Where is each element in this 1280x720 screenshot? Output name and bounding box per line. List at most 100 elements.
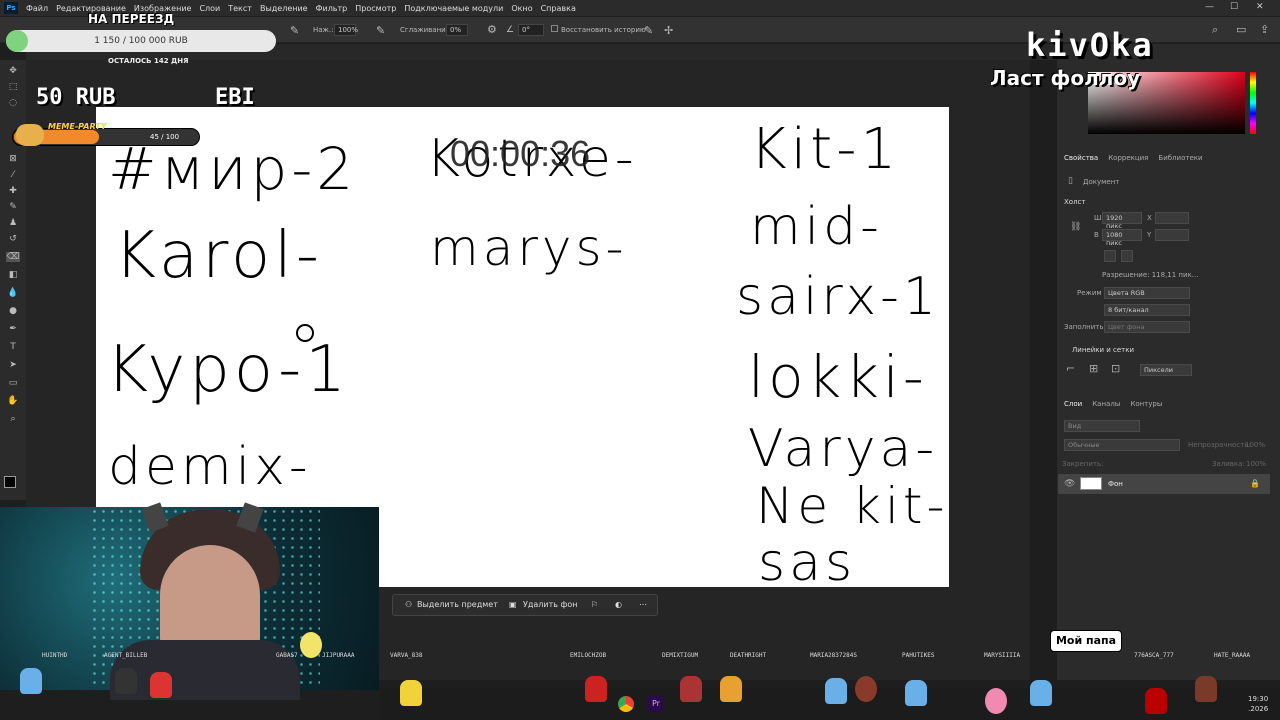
menu-help[interactable]: Справка	[537, 4, 580, 13]
viewer-avatar	[905, 680, 927, 706]
blend-mode-select[interactable]: Обычные	[1064, 439, 1180, 451]
brush-settings-icon[interactable]: ✎	[290, 24, 299, 37]
layer-row[interactable]: 👁 Фон 🔒	[1058, 474, 1270, 494]
document-icon: ▯	[1068, 176, 1073, 186]
symmetry-icon[interactable]: ✢	[664, 24, 673, 37]
brush-tool-icon[interactable]: ✎	[6, 202, 20, 212]
x-field[interactable]	[1155, 212, 1189, 224]
orientation-landscape-icon[interactable]	[1121, 250, 1133, 262]
system-clock[interactable]: 19:30 .2026	[1248, 694, 1268, 714]
viewer-name: 776ASCA_777	[1134, 652, 1174, 659]
orientation-portrait-icon[interactable]	[1104, 250, 1116, 262]
minimize-icon[interactable]: —	[1205, 2, 1214, 12]
tab-paths[interactable]: Контуры	[1130, 400, 1162, 408]
hand-tool-icon[interactable]: ✋	[6, 396, 20, 406]
select-subject-button[interactable]: Выделить предмет	[417, 600, 498, 609]
text-tool-icon[interactable]: T	[6, 342, 20, 352]
menu-filter[interactable]: Фильтр	[312, 4, 352, 13]
tab-properties[interactable]: Свойства	[1064, 154, 1098, 162]
share-icon[interactable]: ⇪	[1260, 23, 1269, 36]
pressure-label: Наж.:	[313, 26, 334, 34]
viewer-name: JIJPURAAA	[322, 652, 355, 659]
tab-channels[interactable]: Каналы	[1092, 400, 1120, 408]
units-select[interactable]: Пиксели	[1140, 364, 1192, 376]
pen-tool-icon[interactable]: ✒	[6, 324, 20, 334]
eyedropper-tool-icon[interactable]: ⁄	[6, 170, 20, 180]
y-field[interactable]	[1155, 229, 1189, 241]
eye-icon[interactable]: 👁	[1064, 479, 1075, 489]
menu-select[interactable]: Выделение	[256, 4, 312, 13]
history-checkbox[interactable]	[551, 25, 558, 32]
eraser-tool-icon[interactable]: ⌫	[6, 252, 20, 262]
tab-libraries[interactable]: Библиотеки	[1158, 154, 1202, 162]
viewer-avatar	[400, 680, 422, 706]
mode-select[interactable]: Цвета RGB	[1104, 287, 1190, 299]
menu-window[interactable]: Окно	[507, 4, 536, 13]
doge-icon	[16, 124, 44, 146]
fill-select[interactable]: Цвет фона	[1104, 321, 1190, 333]
fill2-value[interactable]: 100%	[1246, 460, 1266, 468]
hue-slider[interactable]	[1250, 72, 1256, 134]
search-icon[interactable]: ⌕	[1212, 23, 1218, 37]
close-icon[interactable]: ✕	[1256, 2, 1264, 12]
canvas-section-title[interactable]: Холст	[1064, 198, 1085, 206]
angle-field[interactable]: 0°	[518, 24, 544, 36]
height-field[interactable]: 1080 пикс	[1102, 229, 1142, 247]
dodge-tool-icon[interactable]: ●	[6, 306, 20, 316]
canvas-text-line: marys-	[430, 219, 628, 277]
premiere-icon[interactable]: Pr	[648, 696, 664, 712]
mode-label: Режим	[1077, 289, 1102, 297]
grid-icon[interactable]: ⊞	[1089, 362, 1098, 375]
grids-section-title[interactable]: Линейки и сетки	[1072, 346, 1134, 354]
viewer-name: DEMIXTIGUM	[662, 652, 699, 659]
workspace-icon[interactable]: ▭	[1236, 23, 1246, 36]
zoom-tool-icon[interactable]: ⌕	[6, 414, 20, 424]
gradient-tool-icon[interactable]: ◧	[6, 270, 20, 280]
move-tool-icon[interactable]: ✥	[6, 66, 20, 76]
blur-tool-icon[interactable]: 💧	[6, 288, 20, 298]
canvas-text-line: mid-	[750, 197, 883, 257]
viewer-name: GABAS7	[276, 652, 298, 659]
stamp-tool-icon[interactable]: ♟	[6, 218, 20, 228]
y-label: Y	[1147, 231, 1152, 239]
tab-adjustments[interactable]: Коррекция	[1108, 154, 1148, 162]
donation-fill	[6, 30, 28, 52]
flag-icon[interactable]: ⚐	[591, 600, 598, 609]
photoshop-logo-icon: Ps	[4, 2, 18, 14]
menu-plugins[interactable]: Подключаемые модули	[400, 4, 507, 13]
menu-type[interactable]: Текст	[224, 4, 256, 13]
viewer-avatar	[300, 632, 322, 658]
history-brush-icon[interactable]: ↺	[6, 234, 20, 244]
lasso-tool-icon[interactable]: ◌	[6, 98, 20, 108]
healing-tool-icon[interactable]: ✚	[6, 186, 20, 196]
more-icon[interactable]: ⋯	[639, 600, 647, 609]
remove-bg-button[interactable]: Удалить фон	[523, 600, 578, 609]
pressure-size-icon[interactable]: ✎	[644, 24, 653, 37]
maximize-icon[interactable]: ☐	[1230, 2, 1238, 12]
menu-view[interactable]: Просмотр	[351, 4, 400, 13]
stream-timer: 00:00:36	[450, 133, 591, 174]
tab-layers[interactable]: Слои	[1064, 400, 1082, 408]
frame-tool-icon[interactable]: ⊠	[6, 154, 20, 164]
gear-icon[interactable]: ⚙	[487, 23, 497, 36]
link-icon[interactable]: ⛓	[1070, 222, 1081, 232]
foreground-color-swatch[interactable]	[4, 476, 16, 488]
shape-tool-icon[interactable]: ▭	[6, 378, 20, 388]
menu-layers[interactable]: Слои	[195, 4, 224, 13]
marquee-tool-icon[interactable]: ⬚	[6, 82, 20, 92]
rulers-icon[interactable]: ⌐	[1066, 362, 1075, 375]
layers-filter-input[interactable]: Вид	[1064, 420, 1140, 432]
smoothing-field[interactable]: 0%	[446, 24, 468, 36]
height-label: В	[1094, 231, 1099, 239]
bits-select[interactable]: 8 бит/канал	[1104, 304, 1190, 316]
adjust-icon[interactable]: ◐	[615, 600, 622, 609]
airbrush-icon[interactable]: ✎	[376, 24, 385, 37]
menu-file[interactable]: Файл	[22, 4, 52, 13]
chrome-icon[interactable]	[618, 696, 634, 712]
path-select-icon[interactable]: ➤	[6, 360, 20, 370]
guides-icon[interactable]: ⊡	[1111, 362, 1120, 375]
pressure-field[interactable]: 100%	[334, 24, 358, 36]
opacity-value[interactable]: 100%	[1245, 441, 1265, 449]
viewer-avatar	[720, 676, 742, 702]
width-field[interactable]: 1920 пикс	[1102, 212, 1142, 230]
